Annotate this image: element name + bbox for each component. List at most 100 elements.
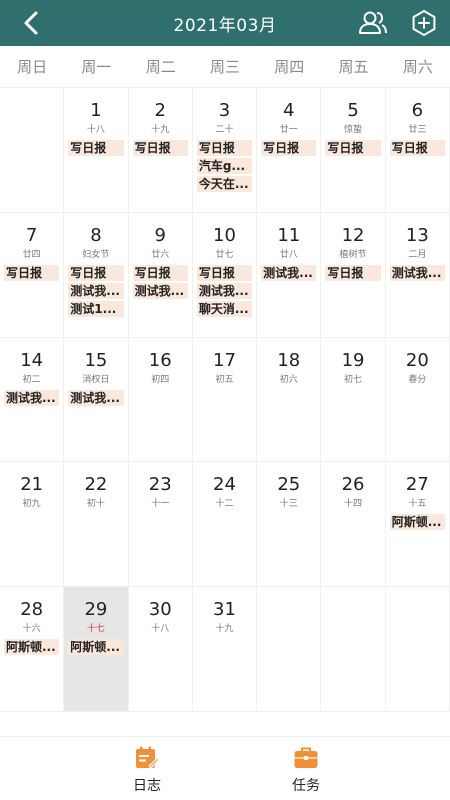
calendar-day-cell[interactable]: 16 初四	[128, 337, 193, 463]
event-chip[interactable]: 写日报	[325, 140, 381, 156]
lunar-date: 初四	[151, 374, 170, 385]
calendar-day-cell[interactable]: 1 十八 写日报	[64, 88, 129, 213]
day-events: 测试我...	[386, 264, 449, 281]
event-chip[interactable]: 写日报	[261, 140, 317, 156]
event-chip[interactable]: 测试我...	[261, 264, 317, 281]
event-chip[interactable]: 写日报	[196, 264, 253, 281]
calendar-day-cell[interactable]: 24 十二	[192, 462, 258, 588]
calendar-day-cell[interactable]: 13 二月测试我...	[385, 212, 450, 338]
event-chip[interactable]: 写日报	[132, 264, 188, 281]
lunar-date: 十一	[151, 499, 170, 510]
plus-circle-icon[interactable]	[410, 9, 438, 37]
lunar-date: 十八	[86, 125, 105, 135]
event-chip[interactable]: 测试我...	[4, 389, 60, 406]
weekday-label: 周日	[17, 58, 48, 76]
calendar-day-cell[interactable]: 8 妇女节 写日报 测试我... 测试1...	[64, 212, 129, 338]
calendar-day-cell[interactable]: 5 惊蛰 写日报	[321, 88, 386, 213]
event-chip[interactable]: 写日报	[132, 140, 188, 156]
users-icon[interactable]	[358, 10, 388, 36]
calendar-day-cell[interactable]: 17 初五	[192, 337, 258, 463]
lunar-date: 惊蛰	[344, 125, 363, 135]
calendar-day-cell[interactable]: 14 初二 测试我...	[0, 337, 65, 463]
day-number: 3	[218, 100, 231, 121]
day-number: 6	[411, 100, 424, 121]
calendar-day-cell[interactable]: 28 十六阿斯顿...	[0, 587, 65, 712]
day-events: 写日报 测试我... 测试1...	[64, 264, 127, 317]
lunar-date: 十三	[279, 499, 298, 510]
day-number: 20	[405, 349, 429, 371]
calendar-empty-cell	[385, 587, 450, 712]
event-chip[interactable]: 测试我...	[68, 282, 124, 299]
calendar-day-cell[interactable]: 9 廿六写日报 测试我...	[128, 212, 193, 338]
event-chip[interactable]: 写日报	[68, 264, 124, 281]
event-chip[interactable]: 汽车g...	[196, 158, 253, 174]
lunar-date: 初五	[215, 374, 234, 385]
event-chip[interactable]: 写日报	[68, 140, 124, 156]
day-number: 2	[154, 100, 166, 121]
event-chip[interactable]: 聊天消...	[196, 300, 253, 317]
lunar-date: 妇女节	[82, 249, 110, 260]
day-number: 31	[213, 599, 236, 621]
event-chip[interactable]: 写日报	[196, 140, 253, 156]
calendar-day-cell[interactable]: 20 春分	[385, 337, 450, 463]
calendar-day-cell[interactable]: 15 消权日 测试我...	[64, 337, 129, 463]
weekday-label: 周五	[338, 58, 369, 76]
calendar-day-cell[interactable]: 31 十九	[192, 587, 258, 712]
event-chip[interactable]: 写日报	[389, 140, 445, 156]
lunar-date: 初十	[86, 499, 105, 510]
lunar-date: 十五	[408, 499, 427, 510]
event-chip[interactable]: 阿斯顿...	[4, 639, 60, 656]
calendar-day-cell[interactable]: 12 植树节 写日报	[321, 212, 386, 338]
event-chip[interactable]: 阿斯顿...	[389, 514, 445, 531]
day-events: 写日报	[64, 140, 127, 156]
event-chip[interactable]: 今天在...	[196, 176, 253, 192]
calendar-day-cell[interactable]: 6 廿三写日报	[385, 88, 450, 213]
lunar-date: 春分	[408, 374, 427, 385]
calendar-day-cell[interactable]: 30 十八	[128, 587, 193, 712]
calendar-day-cell[interactable]: 21 初九	[0, 462, 65, 588]
lunar-date: 廿六	[151, 249, 170, 260]
lunar-date: 十六	[22, 624, 41, 635]
calendar-day-cell[interactable]: 2 十九写日报	[128, 88, 193, 213]
day-events: 写日报	[257, 140, 320, 156]
day-number: 14	[20, 349, 44, 371]
calendar-day-cell[interactable]: 29 十七 阿斯顿...	[64, 587, 129, 712]
event-chip[interactable]: 写日报	[325, 264, 381, 281]
day-events: 写日报 测试我...	[129, 264, 192, 299]
calendar-day-cell[interactable]: 27 十五 阿斯顿...	[385, 462, 450, 588]
calendar-day-cell[interactable]: 3 二十写日报汽车g... 今天在...	[192, 88, 258, 213]
day-number: 21	[20, 474, 44, 496]
day-number: 15	[84, 349, 108, 371]
weekday-label: 周六	[402, 58, 433, 76]
tab-diary[interactable]: 日志	[107, 745, 187, 795]
calendar-day-cell[interactable]: 26 十四	[321, 462, 386, 588]
event-chip[interactable]: 测试我...	[389, 264, 445, 281]
briefcase-icon	[293, 745, 319, 771]
event-chip[interactable]: 测试我...	[132, 282, 188, 299]
day-number: 9	[154, 224, 166, 246]
calendar-day-cell[interactable]: 19 初七	[321, 337, 386, 463]
lunar-date: 二月	[408, 249, 427, 260]
tab-task[interactable]: 任务	[266, 745, 346, 795]
calendar-day-cell[interactable]: 10 廿七 写日报 测试我... 聊天消...	[192, 212, 258, 338]
lunar-date: 廿三	[408, 125, 427, 135]
lunar-date: 十二	[215, 499, 234, 510]
calendar-day-cell[interactable]: 4 廿一 写日报	[257, 88, 322, 213]
calendar-day-cell[interactable]: 25 十三	[257, 462, 322, 588]
lunar-date: 十九	[151, 125, 170, 135]
calendar-day-cell[interactable]: 18 初六	[257, 337, 322, 463]
calendar-day-cell[interactable]: 23 十一	[128, 462, 193, 588]
event-chip[interactable]: 测试我...	[68, 389, 124, 406]
day-number: 28	[20, 599, 44, 621]
event-chip[interactable]: 阿斯顿...	[68, 639, 124, 656]
lunar-date: 十八	[151, 624, 170, 635]
calendar-day-cell[interactable]: 22 初十	[64, 462, 129, 588]
calendar-day-cell[interactable]: 11 廿八 测试我...	[257, 212, 322, 338]
lunar-date: 二十	[215, 125, 234, 135]
event-chip[interactable]: 测试我...	[196, 282, 253, 299]
event-chip[interactable]: 测试1...	[68, 300, 124, 317]
day-number: 26	[341, 474, 365, 496]
day-number: 13	[405, 224, 429, 246]
calendar-day-cell[interactable]: 7 廿四 写日报	[0, 212, 65, 338]
event-chip[interactable]: 写日报	[4, 264, 60, 281]
